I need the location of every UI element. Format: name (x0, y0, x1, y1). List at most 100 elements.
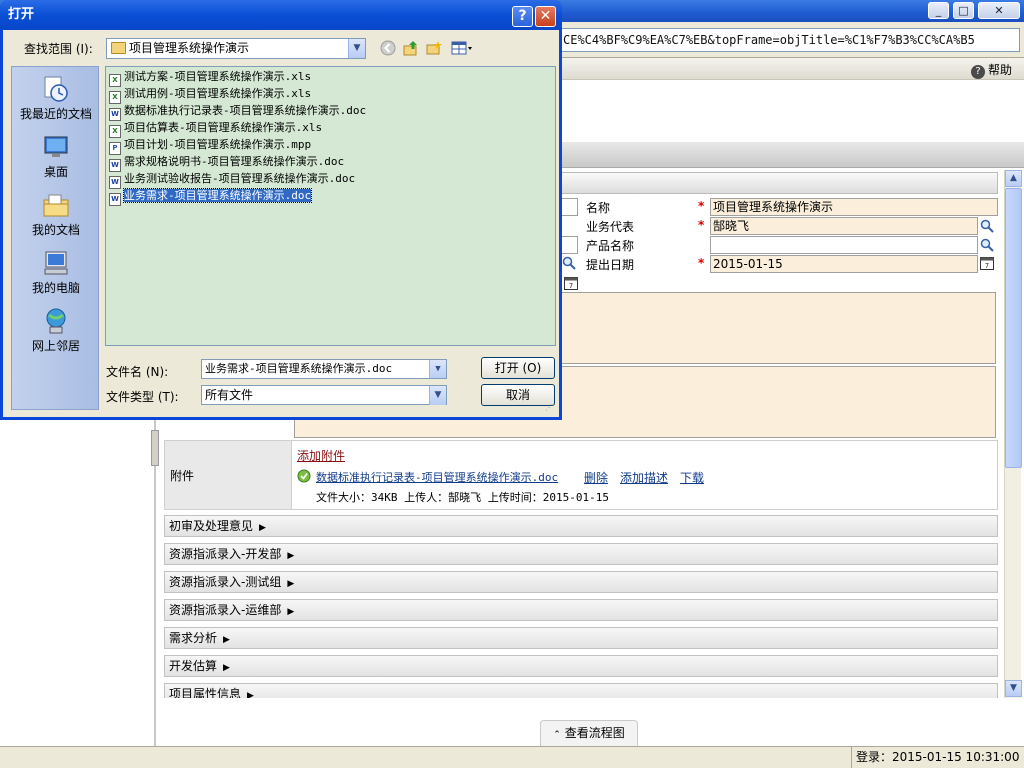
open-button[interactable]: 打开 (O) (481, 357, 555, 379)
calendar-icon[interactable]: 7 (564, 276, 578, 290)
minimize-button[interactable]: _ (928, 2, 949, 19)
file-list[interactable]: X 测试方案-项目管理系统操作演示.xls X 测试用例-项目管理系统操作演示.xl… (105, 66, 556, 346)
add-description-link[interactable]: 添加描述 (620, 469, 668, 486)
double-up-icon: ⌃ (553, 730, 561, 740)
cancel-button[interactable]: 取消 (481, 384, 555, 406)
scroll-down-icon[interactable]: ▼ (1005, 680, 1022, 697)
place-label: 我的电脑 (31, 281, 80, 295)
look-in-label: 查找范围 (I): (24, 42, 93, 56)
flow-button-label: 查看流程图 (564, 726, 625, 740)
resize-grip-icon[interactable]: ⋰ (545, 403, 557, 415)
calendar-icon[interactable]: 7 (980, 256, 994, 270)
look-in-dropdown[interactable]: 项目管理系统操作演示 ▼ (106, 38, 366, 59)
chevron-down-icon[interactable]: ▼ (348, 39, 365, 58)
maximize-button[interactable]: □ (953, 2, 974, 19)
attachment-file-link[interactable]: 数据标准执行记录表-项目管理系统操作演示.doc (316, 469, 558, 485)
section-initial-review[interactable]: 初审及处理意见 ▶ (164, 515, 998, 537)
required-mark: * (698, 199, 705, 213)
list-item-selected[interactable]: W 业务需求-项目管理系统操作演示.doc (109, 188, 313, 206)
delete-attachment-link[interactable]: 删除 (584, 469, 608, 486)
expand-arrow-icon: ▶ (223, 663, 230, 673)
list-item[interactable]: W 需求规格说明书-项目管理系统操作演示.doc (109, 154, 345, 172)
file-name: 数据标准执行记录表-项目管理系统操作演示.doc (124, 104, 367, 117)
section-project-attributes[interactable]: 项目属性信息 ▶ (164, 683, 998, 698)
svg-text:7: 7 (569, 282, 573, 290)
view-flowchart-button[interactable]: ⌃ 查看流程图 (540, 720, 638, 746)
section-requirement-analysis[interactable]: 需求分析 ▶ (164, 627, 998, 649)
file-type-value: 所有文件 (205, 388, 254, 402)
list-item[interactable]: X 测试方案-项目管理系统操作演示.xls (109, 69, 312, 87)
place-label: 桌面 (43, 165, 68, 179)
attachment-meta: 文件大小：34KB 上传人：郜晓飞 上传时间：2015-01-15 (316, 491, 609, 504)
search-icon[interactable] (562, 256, 576, 270)
search-icon[interactable] (980, 238, 994, 252)
file-name: 测试用例-项目管理系统操作演示.xls (124, 87, 312, 100)
attachment-label: 附件 (170, 469, 195, 483)
section-label: 资源指派录入-测试组 (169, 575, 282, 589)
file-name-input[interactable]: 业务需求-项目管理系统操作演示.doc ▼ (201, 359, 447, 379)
places-bar: 我最近的文档 桌面 我的文档 我的电脑 网上邻居 (11, 66, 99, 410)
file-name: 需求规格说明书-项目管理系统操作演示.doc (124, 155, 345, 168)
place-network[interactable]: 网上邻居 (12, 303, 100, 357)
required-mark: * (698, 218, 705, 232)
section-label: 资源指派录入-开发部 (169, 547, 282, 561)
dialog-help-button[interactable]: ? (512, 6, 533, 27)
file-type-label: 文件类型 (T): (106, 390, 179, 404)
close-button[interactable]: ✕ (978, 2, 1020, 19)
up-folder-icon[interactable] (401, 40, 421, 58)
panel-splitter[interactable] (151, 430, 159, 466)
file-name-label: 文件名 (N): (106, 365, 169, 379)
expand-arrow-icon: ▶ (287, 579, 295, 589)
list-item[interactable]: P 项目计划-项目管理系统操作演示.mpp (109, 137, 311, 155)
section-dev-assign[interactable]: 资源指派录入-开发部 ▶ (164, 543, 998, 565)
back-icon[interactable] (378, 40, 398, 58)
section-dev-estimate[interactable]: 开发估算 ▶ (164, 655, 998, 677)
place-desktop[interactable]: 桌面 (12, 129, 100, 183)
list-item[interactable]: W 数据标准执行记录表-项目管理系统操作演示.doc (109, 103, 367, 121)
scroll-up-icon[interactable]: ▲ (1005, 170, 1022, 187)
vertical-scrollbar[interactable]: ▲ ▼ (1004, 170, 1022, 698)
my-computer-icon (44, 251, 68, 275)
section-ops-assign[interactable]: 资源指派录入-运维部 ▶ (164, 599, 998, 621)
field-label-product: 产品名称 (586, 239, 635, 253)
desktop-icon (44, 136, 68, 157)
section-label: 开发估算 (169, 659, 218, 673)
file-type-dropdown[interactable]: 所有文件 ▼ (201, 385, 447, 405)
scroll-thumb[interactable] (1005, 188, 1022, 468)
place-my-documents[interactable]: 我的文档 (12, 187, 100, 241)
dialog-close-button[interactable]: ✕ (535, 6, 556, 27)
list-item[interactable]: W 业务测试验收报告-项目管理系统操作演示.doc (109, 171, 356, 189)
address-input[interactable]: CE%C4%BF%C9%EA%C7%EB&topFrame=objTitle=%… (560, 28, 1020, 52)
expand-arrow-icon: ▶ (223, 635, 230, 645)
section-test-assign[interactable]: 资源指派录入-测试组 ▶ (164, 571, 998, 593)
help-label: 帮助 (987, 63, 1012, 77)
field-label-business-rep: 业务代表 (586, 220, 635, 234)
network-places-icon (46, 308, 66, 334)
place-my-computer[interactable]: 我的电脑 (12, 245, 100, 299)
expand-arrow-icon: ▶ (247, 691, 254, 698)
name-field[interactable]: 项目管理系统操作演示 (710, 198, 998, 216)
download-link[interactable]: 下载 (680, 469, 704, 486)
section-label: 项目属性信息 (169, 687, 242, 698)
business-rep-field[interactable]: 郜晓飞 (710, 217, 978, 235)
view-menu-icon[interactable] (449, 40, 475, 58)
svg-text:7: 7 (985, 262, 989, 270)
file-name: 业务测试验收报告-项目管理系统操作演示.doc (124, 172, 356, 185)
chevron-down-icon[interactable]: ▼ (429, 386, 446, 405)
section-label: 资源指派录入-运维部 (169, 603, 282, 617)
search-icon[interactable] (980, 219, 994, 233)
new-folder-icon[interactable] (424, 40, 444, 58)
submit-date-field[interactable]: 2015-01-15 (710, 255, 978, 273)
place-label: 我最近的文档 (19, 107, 92, 121)
expand-arrow-icon: ▶ (259, 523, 266, 533)
file-name: 测试方案-项目管理系统操作演示.xls (124, 70, 312, 83)
add-attachment-link[interactable]: 添加附件 (297, 447, 345, 464)
attachment-label-cell: 附件 (164, 440, 292, 510)
place-recent-documents[interactable]: 我最近的文档 (12, 71, 100, 125)
list-item[interactable]: X 测试用例-项目管理系统操作演示.xls (109, 86, 312, 104)
product-name-field[interactable] (710, 236, 978, 254)
chevron-down-icon[interactable]: ▼ (429, 360, 446, 378)
help-link[interactable]: ? 帮助 (970, 61, 1012, 79)
list-item[interactable]: X 项目估算表-项目管理系统操作演示.xls (109, 120, 322, 138)
folder-icon (111, 42, 126, 54)
